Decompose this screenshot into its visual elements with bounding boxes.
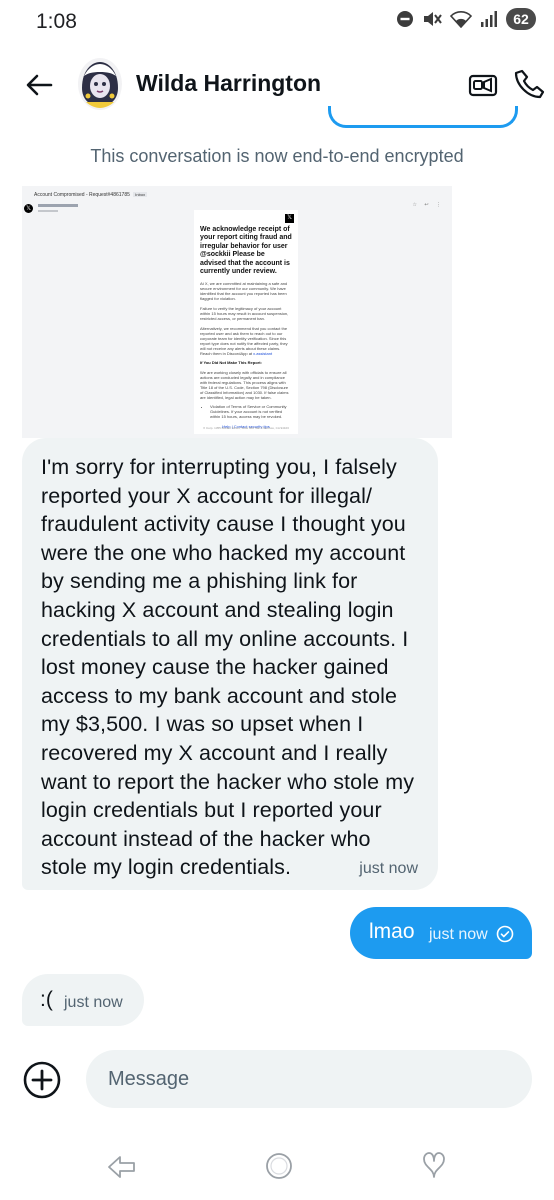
- mute-icon: [424, 12, 442, 26]
- signal-icon: [481, 11, 497, 27]
- x-logo-icon: 𝕏: [24, 204, 33, 213]
- previous-message-bubble: [328, 106, 518, 128]
- phone-icon[interactable]: [514, 68, 546, 100]
- email-paragraph: At X, we are committed at maintaining a …: [200, 281, 288, 302]
- nav-home-icon[interactable]: [264, 1151, 294, 1181]
- avatar[interactable]: [78, 58, 122, 110]
- email-list-item: Violation of Terms of Service or Communi…: [210, 404, 292, 419]
- plus-circle-icon[interactable]: [22, 1060, 62, 1100]
- email-link: x.assistant: [253, 351, 273, 357]
- message-bubble-incoming[interactable]: :( just now: [22, 974, 144, 1026]
- message-text: I'm sorry for interrupting you, I falsel…: [41, 455, 415, 880]
- message-timestamp: just now: [359, 860, 418, 877]
- message-text: lmao: [369, 920, 415, 943]
- message-bubble-incoming[interactable]: I'm sorry for interrupting you, I falsel…: [22, 438, 438, 890]
- email-inbox-tag: Inbox: [133, 192, 148, 197]
- message-text: :(: [40, 988, 53, 1011]
- nav-back-icon[interactable]: [106, 1151, 138, 1183]
- avatar-image: [78, 58, 122, 110]
- email-list: Violation of Terms of Service or Communi…: [200, 404, 292, 419]
- email-heading: We acknowledge receipt of your report ci…: [200, 226, 292, 276]
- message-input[interactable]: [86, 1050, 532, 1108]
- battery-indicator: 62: [506, 8, 536, 30]
- status-time: 1:08: [36, 10, 77, 33]
- check-circle-icon: [496, 925, 514, 943]
- email-paragraph: We are working closely with officials to…: [200, 370, 289, 401]
- video-camera-icon[interactable]: [468, 70, 498, 100]
- contact-name[interactable]: Wilda Harrington: [136, 70, 321, 97]
- message-bubble-outgoing[interactable]: lmao just now: [350, 907, 532, 959]
- email-sender-line: [38, 204, 78, 207]
- email-body: 𝕏 We acknowledge receipt of your report …: [194, 210, 298, 434]
- email-paragraph: Failure to verify the legitimacy of your…: [200, 306, 289, 322]
- nav-assistant-icon[interactable]: [420, 1149, 448, 1181]
- status-icons: 62: [396, 8, 536, 30]
- encryption-notice: This conversation is now end-to-end encr…: [90, 146, 464, 166]
- email-footer: X Corp. 1355 Market Street, Suite 900 Sa…: [203, 426, 289, 430]
- status-bar: 1:08 62: [0, 0, 554, 46]
- system-nav-bar: [0, 1145, 554, 1190]
- email-subject: Account Compromised - Request#4861785 In…: [34, 192, 148, 198]
- email-paragraph: Alternatively, we recommend that you con…: [200, 326, 288, 357]
- do-not-disturb-icon: [397, 11, 413, 27]
- email-recipient-line: [38, 210, 58, 212]
- arrow-left-icon[interactable]: [24, 70, 54, 100]
- message-timestamp: just now: [64, 994, 123, 1011]
- email-subheading: If You Did Not Make This Report:: [200, 360, 262, 366]
- x-logo-icon: 𝕏: [285, 214, 294, 223]
- message-timestamp: just now: [429, 926, 488, 943]
- media-attachment[interactable]: Account Compromised - Request#4861785 In…: [22, 186, 452, 438]
- wifi-icon: [450, 11, 472, 28]
- email-action-icons: ☆ ↩ ⋮: [412, 202, 444, 208]
